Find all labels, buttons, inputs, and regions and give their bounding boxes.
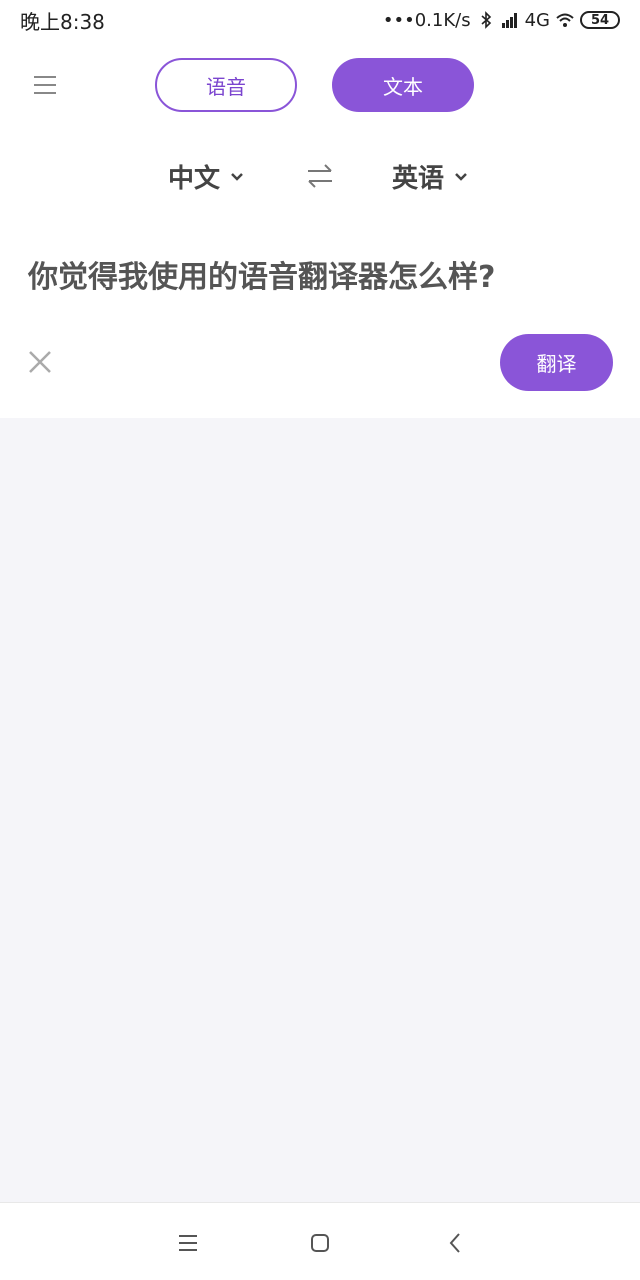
close-icon[interactable]: [26, 348, 54, 376]
system-nav-bar: [0, 1202, 640, 1280]
language-selector: 中文 英语: [0, 150, 640, 202]
chevron-down-icon: [455, 172, 467, 181]
target-language-select[interactable]: 英语: [392, 158, 468, 195]
text-mode-button[interactable]: 文本: [332, 58, 474, 112]
status-indicators: •••0.1K/s 4G 54: [383, 10, 620, 31]
status-bar: 晚上8:38 •••0.1K/s 4G 54: [0, 0, 640, 40]
wifi-icon: [556, 13, 574, 27]
menu-button[interactable]: [30, 70, 60, 100]
network-speed: •••0.1K/s: [382, 9, 471, 31]
network-type: 4G: [524, 9, 550, 31]
translation-result-area: [0, 418, 640, 1202]
battery-indicator: 54: [580, 11, 620, 29]
bluetooth-icon: [481, 11, 491, 29]
nav-menu-icon[interactable]: [176, 1231, 200, 1255]
translate-button[interactable]: 翻译: [500, 334, 613, 391]
top-toolbar: 语音 文本: [0, 56, 640, 114]
source-text-input[interactable]: 你觉得我使用的语音翻译器怎么样?: [28, 256, 612, 300]
source-language-label: 中文: [168, 164, 221, 194]
status-time: 晚上8:38: [20, 9, 105, 34]
nav-home-icon[interactable]: [308, 1231, 332, 1255]
voice-mode-button[interactable]: 语音: [155, 58, 297, 112]
swap-languages-icon[interactable]: [305, 162, 335, 190]
nav-back-icon[interactable]: [444, 1231, 468, 1255]
menu-icon: [34, 76, 56, 94]
source-language-select[interactable]: 中文: [168, 158, 244, 195]
target-language-label: 英语: [392, 164, 445, 194]
signal-icon: [501, 13, 517, 28]
chevron-down-icon: [231, 172, 243, 181]
